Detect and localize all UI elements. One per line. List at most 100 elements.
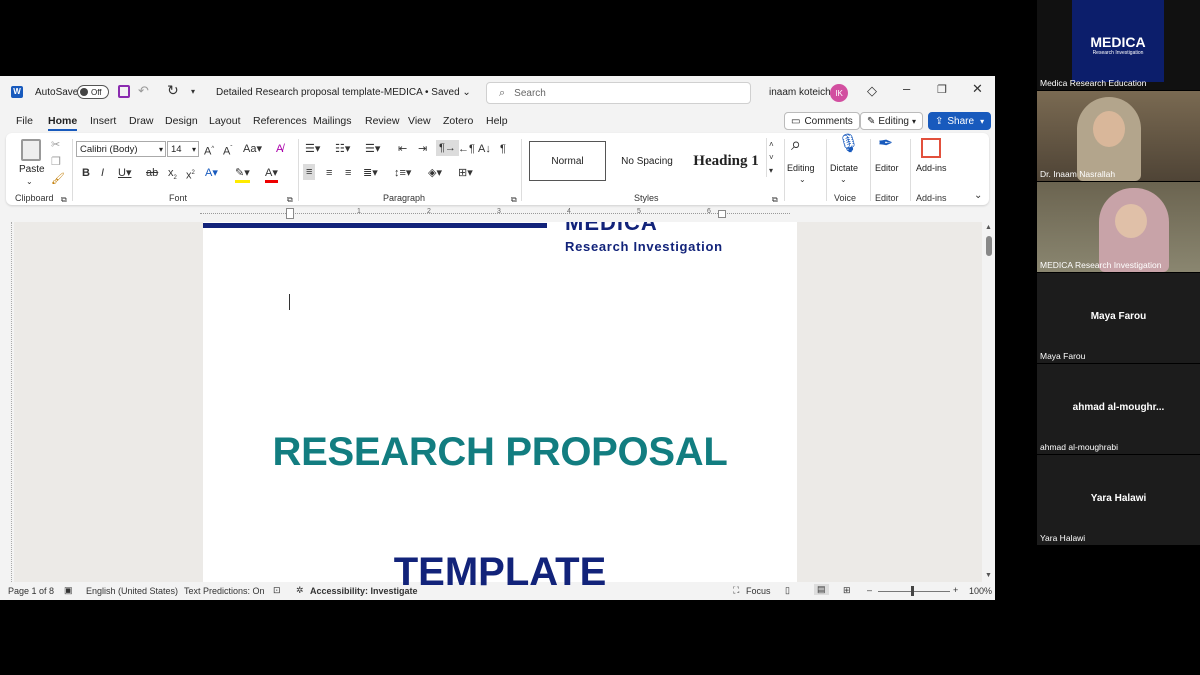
align-left-icon[interactable]: ≡ — [303, 164, 316, 180]
tab-help[interactable]: Help — [486, 115, 508, 127]
highlight-icon[interactable]: ✎▾ — [235, 166, 250, 183]
copy-icon[interactable]: ❐ — [51, 155, 61, 169]
scroll-down-icon[interactable]: ▼ — [985, 572, 992, 579]
increase-indent-icon[interactable]: ⇥ — [418, 142, 427, 156]
ribbon-collapse-icon[interactable]: ⌄ — [974, 189, 982, 203]
borders-icon[interactable]: ⊞▾ — [458, 166, 473, 180]
tab-view[interactable]: View — [408, 115, 431, 127]
italic-icon[interactable]: I — [101, 166, 104, 180]
font-color-icon[interactable]: A▾ — [265, 166, 278, 183]
style-heading-1[interactable]: Heading 1 — [686, 141, 766, 181]
show-marks-icon[interactable]: ¶ — [500, 142, 506, 156]
tab-insert[interactable]: Insert — [90, 115, 116, 127]
restore-icon[interactable]: ❐ — [937, 83, 947, 97]
zoom-level[interactable]: 100% — [969, 586, 992, 596]
chevron-down-icon[interactable]: ⌄ — [799, 173, 806, 187]
search-box[interactable]: ⌕ Search — [486, 82, 751, 104]
dialog-launcher-icon[interactable]: ⧉ — [511, 193, 517, 207]
indent-marker[interactable] — [286, 208, 294, 219]
autosave-toggle[interactable]: Off — [77, 85, 109, 99]
comments-button[interactable]: ▭ Comments — [784, 112, 860, 130]
text-effects-icon[interactable]: A▾ — [205, 166, 218, 180]
tab-layout[interactable]: Layout — [209, 115, 241, 127]
paste-chevron-icon[interactable]: ⌄ — [26, 175, 33, 189]
dialog-launcher-icon[interactable]: ⧉ — [61, 193, 67, 207]
sort-icon[interactable]: A↓ — [478, 142, 491, 156]
tab-file[interactable]: File — [16, 115, 33, 127]
horizontal-ruler[interactable]: 1 2 3 4 5 6 — [200, 208, 790, 220]
page-count[interactable]: Page 1 of 8 — [8, 586, 54, 596]
font-name-combo[interactable]: Calibri (Body) ▾ — [76, 141, 166, 157]
avatar[interactable]: IK — [830, 84, 848, 102]
editing-button[interactable]: Editing — [787, 163, 815, 173]
vertical-scrollbar[interactable]: ▲ ▼ — [984, 222, 993, 582]
strikethrough-icon[interactable]: ab — [146, 166, 158, 180]
editor-button[interactable]: Editor — [875, 163, 899, 173]
tab-review[interactable]: Review — [365, 115, 399, 127]
paste-button[interactable]: Paste — [19, 164, 45, 175]
align-center-icon[interactable]: ≡ — [326, 166, 332, 180]
dialog-launcher-icon[interactable]: ⧉ — [772, 193, 778, 207]
tab-draw[interactable]: Draw — [129, 115, 154, 127]
right-indent-marker[interactable] — [718, 210, 726, 218]
style-no-spacing[interactable]: No Spacing — [609, 141, 685, 181]
accessibility-status[interactable]: Accessibility: Investigate — [310, 586, 418, 596]
editor-pen-icon[interactable]: ✒ — [878, 134, 893, 152]
zoom-out-icon[interactable]: – — [867, 585, 872, 595]
numbering-icon[interactable]: ☷▾ — [335, 142, 350, 156]
rtl-icon[interactable]: ←¶ — [458, 142, 475, 156]
bold-icon[interactable]: B — [82, 166, 90, 180]
scrollbar-thumb[interactable] — [986, 236, 992, 256]
share-button[interactable]: ⇪ Share ▾ — [928, 112, 992, 130]
cut-icon[interactable]: ✂ — [51, 138, 60, 152]
ltr-icon[interactable]: ¶→ — [436, 140, 459, 156]
language-status[interactable]: English (United States) — [86, 586, 178, 596]
zoom-slider-thumb[interactable] — [911, 586, 914, 596]
tab-zotero[interactable]: Zotero — [443, 115, 473, 127]
diamond-icon[interactable]: ◇ — [867, 84, 877, 98]
participant-tile[interactable]: MEDICA Research Investigation — [1037, 182, 1200, 272]
shrink-font-icon[interactable]: Aˇ — [223, 142, 232, 159]
customize-toolbar-icon[interactable]: ▾ — [191, 85, 195, 99]
tab-home[interactable]: Home — [48, 115, 78, 131]
vertical-ruler[interactable] — [4, 222, 12, 582]
add-ins-button[interactable]: Add-ins — [916, 163, 947, 173]
save-icon[interactable] — [118, 85, 130, 98]
accessibility-icon[interactable]: ✲ — [296, 585, 304, 596]
format-painter-icon[interactable]: 🖌 — [51, 172, 65, 186]
document-title[interactable]: Detailed Research proposal template-MEDI… — [216, 87, 471, 98]
text-predictions-status[interactable]: Text Predictions: On — [184, 586, 265, 596]
editing-mode-button[interactable]: ✎ Editing ▾ — [860, 112, 923, 130]
line-spacing-icon[interactable]: ↕≡▾ — [394, 166, 411, 180]
dictate-button[interactable]: Dictate — [830, 163, 858, 173]
chevron-down-icon[interactable]: ⌄ — [840, 173, 847, 187]
tab-design[interactable]: Design — [165, 115, 198, 127]
participant-tile[interactable]: ahmad al-moughr... ahmad al-moughrabi — [1037, 364, 1200, 454]
bullets-icon[interactable]: ☰▾ — [305, 142, 320, 156]
font-size-combo[interactable]: 14 ▾ — [167, 141, 199, 157]
participant-tile[interactable]: Maya Farou Maya Farou — [1037, 273, 1200, 363]
document-page[interactable]: MEDICA Research Investigation RESEARCH P… — [203, 222, 797, 594]
clear-formatting-icon[interactable]: A̸ — [276, 142, 283, 156]
focus-icon[interactable]: ⛶ — [733, 585, 739, 596]
justify-icon[interactable]: ≣▾ — [363, 166, 378, 180]
web-layout-icon[interactable]: ⊞ — [843, 585, 851, 596]
zoom-in-icon[interactable]: + — [953, 585, 958, 595]
find-icon[interactable]: ⌕ — [791, 135, 801, 153]
close-icon[interactable]: ✕ — [972, 82, 983, 96]
track-changes-icon[interactable]: ⊡ — [273, 585, 281, 596]
print-layout-icon[interactable]: ▤ — [814, 584, 829, 595]
minimize-icon[interactable]: – — [903, 82, 910, 96]
tab-references[interactable]: References — [253, 115, 307, 127]
undo-icon[interactable]: ↶ — [138, 84, 149, 98]
participant-tile[interactable]: Dr. Inaam Nasrallah — [1037, 91, 1200, 181]
participant-tile[interactable]: MEDICA Research Investigation Medica Res… — [1037, 0, 1200, 90]
focus-button[interactable]: Focus — [746, 586, 771, 596]
decrease-indent-icon[interactable]: ⇤ — [398, 142, 407, 156]
participant-tile[interactable]: Yara Halawi Yara Halawi — [1037, 455, 1200, 545]
underline-icon[interactable]: U▾ — [118, 166, 131, 180]
paste-icon[interactable] — [21, 139, 41, 161]
add-ins-icon[interactable] — [921, 138, 941, 158]
multilevel-list-icon[interactable]: ☰▾ — [365, 142, 380, 156]
redo-icon[interactable]: ↻ — [167, 83, 179, 97]
